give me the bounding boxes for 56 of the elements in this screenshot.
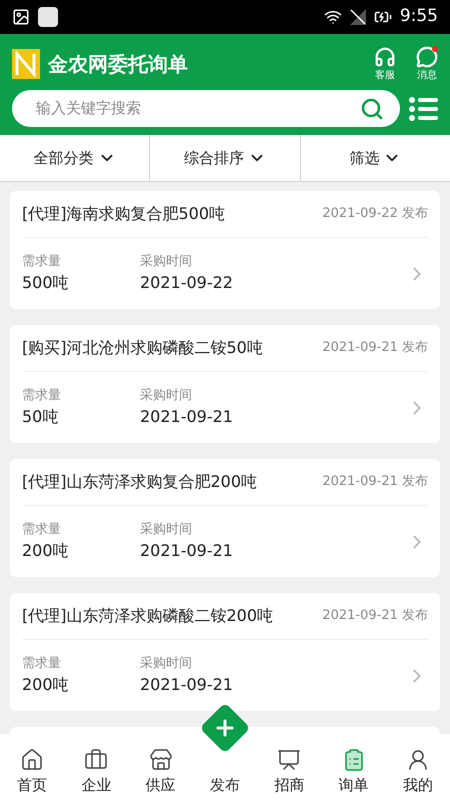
purchase-time-label: 采购时间 (140, 654, 193, 673)
list-menu-icon[interactable] (408, 96, 438, 122)
signal-icon (350, 9, 366, 25)
quantity-value: 200吨 (22, 540, 70, 562)
publish-date: 2021-09-21 发布 (322, 473, 428, 492)
nav-tab[interactable]: 我的 (386, 748, 450, 796)
publish-date: 2021-09-21 发布 (322, 607, 428, 626)
quantity-label: 需求量 (22, 386, 62, 405)
purchase-time-label: 采购时间 (140, 386, 193, 405)
nav-icon (20, 748, 44, 772)
purchase-time-value: 2021-09-21 (140, 540, 234, 562)
order-card[interactable]: [代理]山东菏泽求购磷酸二铵200吨 2021-09-21 发布 需求量 200吨 采购时间 2021-09-21 (10, 593, 440, 711)
headphones-icon (374, 46, 396, 68)
nav-icon (148, 748, 173, 772)
logo-icon (12, 49, 40, 79)
quantity-label: 需求量 (22, 520, 62, 539)
image-icon (12, 8, 30, 26)
wifi-icon (324, 8, 342, 26)
app-square-icon (38, 7, 58, 27)
page-title: 金农网委托询单 (48, 51, 188, 78)
filter-dropdown[interactable]: 全部分类 (0, 135, 150, 181)
publish-date: 2021-09-22 发布 (322, 205, 428, 224)
search-field[interactable]: 输入关键字搜索 (12, 90, 400, 127)
nav-icon (84, 748, 108, 772)
order-title: [代理]山东菏泽求购磷酸二铵200吨 (22, 605, 274, 627)
quantity-value: 50吨 (22, 406, 60, 428)
nav-tab[interactable]: 供应 (128, 748, 193, 796)
quantity-label: 需求量 (22, 252, 62, 271)
nav-tab[interactable]: 企业 (64, 748, 129, 796)
order-title: [代理]海南求购复合肥500吨 (22, 203, 226, 225)
quantity-value: 200吨 (22, 674, 70, 696)
chat-bubble-icon (416, 46, 438, 68)
search-icon[interactable] (360, 96, 384, 120)
nav-tab[interactable]: 招商 (257, 748, 322, 796)
publish-date: 2021-09-21 发布 (322, 339, 428, 358)
nav-tab[interactable]: 首页 (0, 748, 64, 796)
nav-tab[interactable]: 询单 (321, 748, 386, 796)
search-input[interactable]: 输入关键字搜索 (36, 97, 360, 120)
filter-dropdown[interactable]: 筛选 (300, 135, 450, 181)
purchase-time-label: 采购时间 (140, 520, 193, 539)
purchase-time-value: 2021-09-21 (140, 406, 234, 428)
header-action[interactable]: 客服 (374, 46, 396, 82)
purchase-time-value: 2021-09-21 (140, 674, 234, 696)
order-card[interactable]: [购买]河北沧州求购磷酸二铵50吨 2021-09-21 发布 需求量 50吨 采购时间 2021-09-21 (10, 325, 440, 443)
quantity-value: 500吨 (22, 272, 70, 294)
header-action[interactable]: 消息 (416, 46, 438, 82)
order-card[interactable]: [代理]山东菏泽求购复合肥200吨 2021-09-21 发布 需求量 200吨 采购时间 2021-09-21 (10, 459, 440, 577)
purchase-time-value: 2021-09-22 (140, 272, 234, 294)
quantity-label: 需求量 (22, 654, 62, 673)
order-title: [代理]山东菏泽求购复合肥200吨 (22, 471, 258, 493)
nav-icon (277, 748, 302, 772)
order-card[interactable]: [代理]海南求购复合肥500吨 2021-09-22 发布 需求量 500吨 采购时间 2021-09-22 (10, 191, 440, 309)
purchase-time-label: 采购时间 (140, 252, 193, 271)
filter-dropdown[interactable]: 综合排序 (149, 135, 300, 181)
clock: 9:55 (400, 5, 438, 28)
order-title: [购买]河北沧州求购磷酸二铵50吨 (22, 337, 263, 359)
